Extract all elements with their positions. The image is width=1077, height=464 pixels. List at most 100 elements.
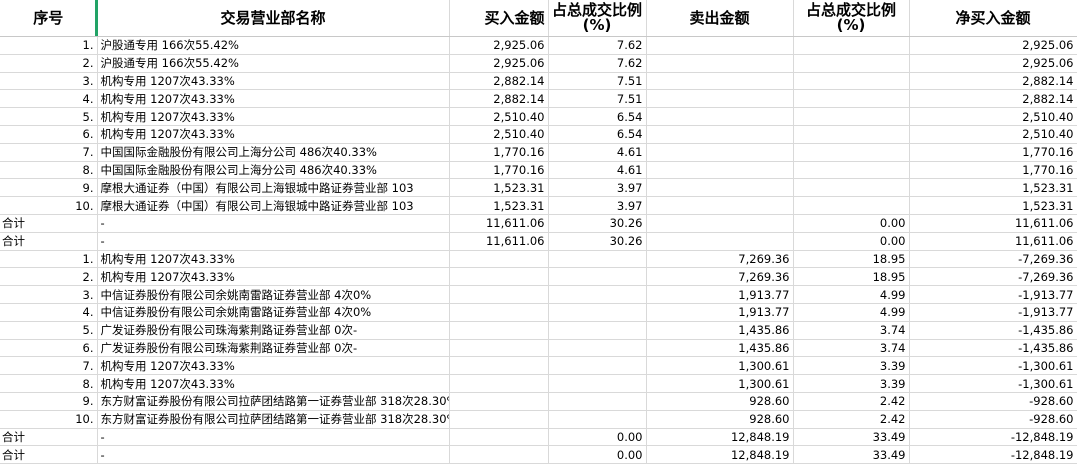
cell-net[interactable]: -12,848.19 bbox=[909, 428, 1077, 447]
cell-sell-pct[interactable]: 3.39 bbox=[793, 356, 910, 376]
cell-sell-pct[interactable] bbox=[793, 143, 910, 162]
cell-sell-pct[interactable] bbox=[793, 161, 910, 180]
cell-net[interactable]: 1,523.31 bbox=[909, 196, 1077, 215]
cell-buy-pct[interactable]: 7.51 bbox=[548, 72, 647, 91]
cell-name[interactable]: 沪股通专用 166次55.42% bbox=[97, 36, 450, 55]
cell-buy[interactable] bbox=[449, 356, 549, 376]
cell-name[interactable]: 中国国际金融股份有限公司上海分公司 486次40.33% bbox=[97, 143, 450, 162]
cell-buy-pct[interactable]: 0.00 bbox=[548, 445, 647, 464]
header-sell[interactable]: 卖出金额 bbox=[646, 0, 794, 37]
cell-sell[interactable] bbox=[646, 178, 794, 198]
cell-net[interactable]: -1,300.61 bbox=[909, 374, 1077, 393]
cell-seq[interactable]: 6. bbox=[0, 339, 98, 358]
cell-sell-pct[interactable]: 3.74 bbox=[793, 339, 910, 358]
cell-sell-pct[interactable]: 18.95 bbox=[793, 267, 910, 287]
cell-seq[interactable]: 8. bbox=[0, 374, 98, 393]
cell-sell[interactable]: 928.60 bbox=[646, 392, 794, 411]
header-buy[interactable]: 买入金额 bbox=[449, 0, 549, 37]
cell-net[interactable]: 2,510.40 bbox=[909, 125, 1077, 144]
cell-buy[interactable]: 11,611.06 bbox=[449, 214, 549, 233]
cell-buy[interactable] bbox=[449, 392, 549, 411]
cell-sell-pct[interactable] bbox=[793, 196, 910, 215]
cell-net[interactable]: -1,913.77 bbox=[909, 285, 1077, 304]
cell-name[interactable]: - bbox=[97, 445, 450, 464]
cell-seq[interactable]: 10. bbox=[0, 196, 98, 215]
cell-buy[interactable]: 2,510.40 bbox=[449, 125, 549, 144]
cell-net[interactable]: 1,523.31 bbox=[909, 178, 1077, 198]
cell-buy[interactable] bbox=[449, 267, 549, 287]
cell-buy-pct[interactable] bbox=[548, 250, 647, 269]
cell-net[interactable]: -1,435.86 bbox=[909, 339, 1077, 358]
cell-buy[interactable]: 2,882.14 bbox=[449, 72, 549, 91]
cell-seq[interactable]: 5. bbox=[0, 321, 98, 340]
cell-buy[interactable]: 1,770.16 bbox=[449, 161, 549, 180]
cell-net[interactable]: 2,925.06 bbox=[909, 36, 1077, 55]
cell-seq[interactable]: 2. bbox=[0, 267, 98, 287]
cell-buy[interactable] bbox=[449, 428, 549, 447]
cell-sell-pct[interactable]: 4.99 bbox=[793, 303, 910, 322]
cell-seq[interactable]: 合计 bbox=[0, 214, 98, 233]
cell-seq[interactable]: 4. bbox=[0, 89, 98, 109]
cell-sell[interactable] bbox=[646, 214, 794, 233]
cell-sell-pct[interactable] bbox=[793, 125, 910, 144]
cell-seq[interactable]: 合计 bbox=[0, 232, 98, 251]
cell-buy-pct[interactable]: 3.97 bbox=[548, 178, 647, 198]
cell-buy[interactable]: 1,523.31 bbox=[449, 178, 549, 198]
cell-buy-pct[interactable]: 30.26 bbox=[548, 214, 647, 233]
cell-name[interactable]: 中国国际金融股份有限公司上海分公司 486次40.33% bbox=[97, 161, 450, 180]
cell-sell-pct[interactable] bbox=[793, 36, 910, 55]
cell-name[interactable]: - bbox=[97, 214, 450, 233]
cell-net[interactable]: 11,611.06 bbox=[909, 214, 1077, 233]
cell-name[interactable]: 机构专用 1207次43.33% bbox=[97, 72, 450, 91]
cell-buy[interactable] bbox=[449, 250, 549, 269]
cell-seq[interactable]: 9. bbox=[0, 178, 98, 198]
cell-buy[interactable]: 2,925.06 bbox=[449, 36, 549, 55]
cell-sell[interactable] bbox=[646, 107, 794, 126]
cell-name[interactable]: 沪股通专用 166次55.42% bbox=[97, 54, 450, 73]
cell-buy[interactable] bbox=[449, 445, 549, 464]
cell-sell-pct[interactable] bbox=[793, 89, 910, 109]
cell-buy-pct[interactable] bbox=[548, 374, 647, 393]
cell-name[interactable]: 中信证券股份有限公司余姚南雷路证券营业部 4次0% bbox=[97, 285, 450, 304]
cell-seq[interactable]: 合计 bbox=[0, 428, 98, 447]
cell-net[interactable]: -1,300.61 bbox=[909, 356, 1077, 376]
cell-sell-pct[interactable]: 33.49 bbox=[793, 445, 910, 464]
cell-seq[interactable]: 合计 bbox=[0, 445, 98, 464]
cell-sell[interactable]: 1,300.61 bbox=[646, 374, 794, 393]
cell-sell[interactable] bbox=[646, 54, 794, 73]
cell-net[interactable]: 11,611.06 bbox=[909, 232, 1077, 251]
cell-buy-pct[interactable] bbox=[548, 410, 647, 429]
cell-sell[interactable]: 7,269.36 bbox=[646, 250, 794, 269]
cell-name[interactable]: 摩根大通证券（中国）有限公司上海银城中路证券营业部 103 bbox=[97, 178, 450, 198]
cell-name[interactable]: 机构专用 1207次43.33% bbox=[97, 89, 450, 109]
cell-net[interactable]: 1,770.16 bbox=[909, 143, 1077, 162]
cell-name[interactable]: 机构专用 1207次43.33% bbox=[97, 374, 450, 393]
cell-sell-pct[interactable] bbox=[793, 72, 910, 91]
cell-net[interactable]: -928.60 bbox=[909, 392, 1077, 411]
cell-buy[interactable]: 11,611.06 bbox=[449, 232, 549, 251]
cell-sell[interactable]: 1,913.77 bbox=[646, 285, 794, 304]
cell-buy[interactable]: 1,770.16 bbox=[449, 143, 549, 162]
cell-sell[interactable] bbox=[646, 161, 794, 180]
cell-buy[interactable]: 2,882.14 bbox=[449, 89, 549, 109]
cell-sell[interactable]: 7,269.36 bbox=[646, 267, 794, 287]
cell-seq[interactable]: 1. bbox=[0, 36, 98, 55]
cell-buy-pct[interactable]: 3.97 bbox=[548, 196, 647, 215]
cell-buy-pct[interactable]: 4.61 bbox=[548, 143, 647, 162]
cell-seq[interactable]: 4. bbox=[0, 303, 98, 322]
cell-sell-pct[interactable]: 33.49 bbox=[793, 428, 910, 447]
cell-name[interactable]: 机构专用 1207次43.33% bbox=[97, 250, 450, 269]
cell-sell-pct[interactable]: 2.42 bbox=[793, 410, 910, 429]
cell-net[interactable]: 2,510.40 bbox=[909, 107, 1077, 126]
cell-buy-pct[interactable] bbox=[548, 285, 647, 304]
cell-buy-pct[interactable] bbox=[548, 267, 647, 287]
cell-sell[interactable] bbox=[646, 36, 794, 55]
cell-buy-pct[interactable]: 30.26 bbox=[548, 232, 647, 251]
cell-buy[interactable] bbox=[449, 321, 549, 340]
cell-name[interactable]: 摩根大通证券（中国）有限公司上海银城中路证券营业部 103 bbox=[97, 196, 450, 215]
cell-seq[interactable]: 10. bbox=[0, 410, 98, 429]
cell-buy-pct[interactable]: 7.62 bbox=[548, 54, 647, 73]
cell-sell[interactable]: 928.60 bbox=[646, 410, 794, 429]
cell-net[interactable]: 1,770.16 bbox=[909, 161, 1077, 180]
cell-buy[interactable] bbox=[449, 374, 549, 393]
